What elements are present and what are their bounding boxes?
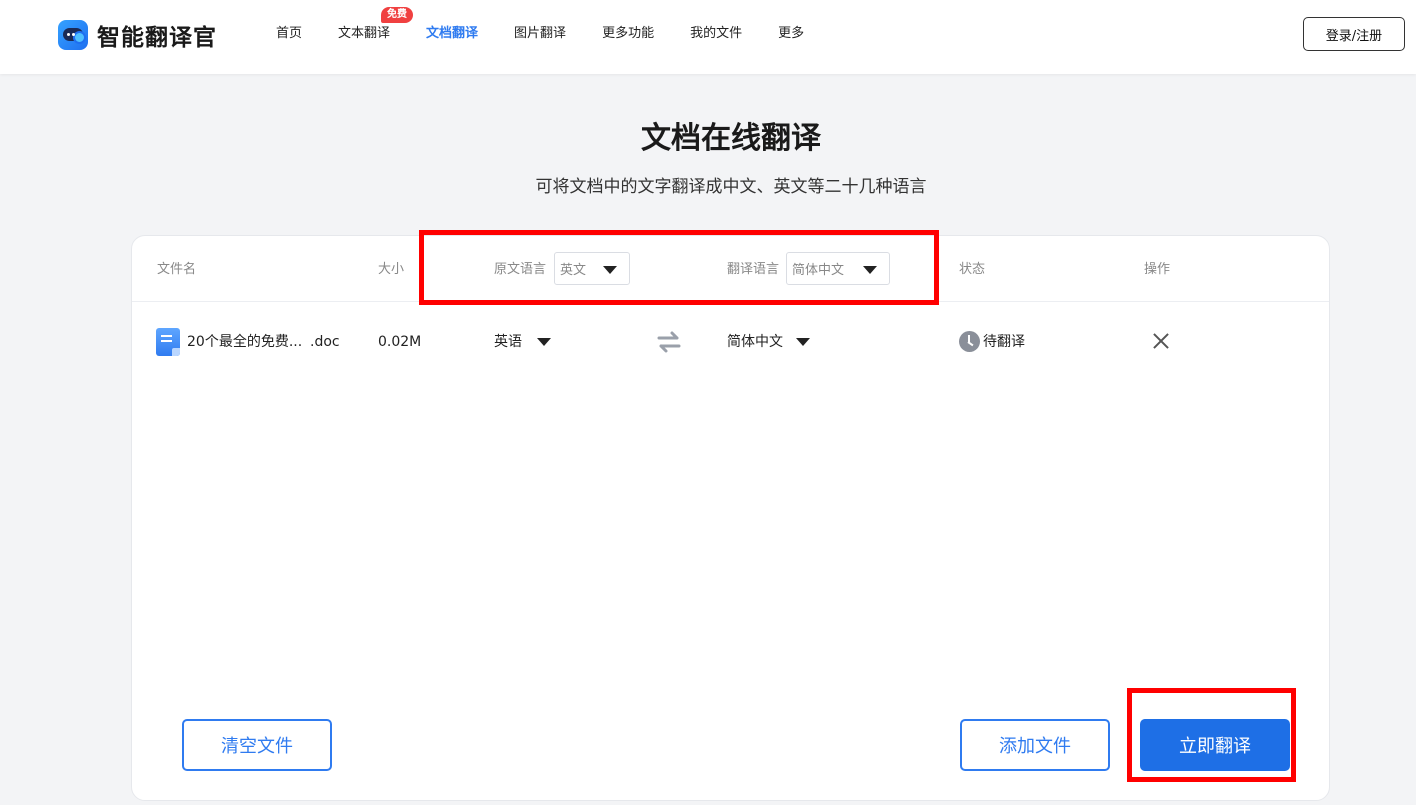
column-status: 状态 [959, 262, 986, 277]
swap-languages-icon[interactable] [656, 330, 682, 354]
logo[interactable]: 智能翻译官 [58, 18, 217, 52]
column-filename: 文件名 [157, 262, 197, 277]
page-title: 文档在线翻译 [641, 121, 821, 156]
clear-files-button[interactable]: 清空文件 [182, 719, 332, 771]
column-size: 大小 [378, 262, 405, 277]
nav-text-translate-label: 文本翻译 [338, 26, 391, 41]
target-language-select-value: 简体中文 [792, 263, 845, 278]
column-action: 操作 [1144, 262, 1171, 277]
free-badge: 免费 [381, 7, 414, 23]
column-source-language: 原文语言 [494, 262, 547, 277]
page-subtitle: 可将文档中的文字翻译成中文、英文等二十几种语言 [535, 177, 927, 197]
logo-icon [58, 20, 88, 50]
nav-my-files[interactable]: 我的文件 [690, 25, 742, 43]
clock-icon [959, 331, 980, 352]
nav-text-translate[interactable]: 文本翻译 免费 [338, 7, 414, 43]
source-language-select-value: 英文 [560, 263, 587, 278]
chevron-down-icon [537, 338, 551, 346]
status-label: 待翻译 [983, 334, 1025, 350]
chevron-down-icon [796, 338, 810, 346]
file-extension: .doc [310, 334, 340, 350]
add-file-button[interactable]: 添加文件 [960, 719, 1110, 771]
column-target-language: 翻译语言 [727, 262, 780, 277]
nav-more[interactable]: 更多 [778, 25, 804, 43]
top-nav-bar: 智能翻译官 首页 文本翻译 免费 文档翻译 图片翻译 更多功能 我的文件 更多 … [0, 0, 1416, 74]
table-header: 文件名 大小 原文语言 英文 翻译语言 简体中文 状态 操作 [132, 236, 1329, 302]
target-language-select[interactable]: 简体中文 [786, 252, 890, 285]
chevron-down-icon [863, 266, 877, 274]
file-name: 20个最全的免费... [187, 334, 303, 350]
main-nav: 首页 文本翻译 免费 文档翻译 图片翻译 更多功能 我的文件 更多 [276, 7, 840, 43]
chevron-down-icon [603, 266, 617, 274]
nav-more-features[interactable]: 更多功能 [602, 25, 654, 43]
login-register-button[interactable]: 登录/注册 [1303, 17, 1405, 51]
nav-doc-translate[interactable]: 文档翻译 [426, 25, 478, 43]
file-list-card: 文件名 大小 原文语言 英文 翻译语言 简体中文 状态 操作 20个最全的免费.… [131, 235, 1330, 801]
file-size: 0.02M [378, 334, 422, 350]
table-row: 20个最全的免费... .doc 0.02M 英语 简体中文 待翻译 [132, 324, 1329, 360]
nav-home[interactable]: 首页 [276, 25, 302, 43]
row-target-language-value: 简体中文 [727, 334, 783, 350]
logo-text: 智能翻译官 [97, 25, 217, 51]
translate-now-button[interactable]: 立即翻译 [1140, 719, 1290, 771]
row-target-language-select[interactable]: 简体中文 [727, 332, 827, 356]
row-source-language-value: 英语 [494, 334, 522, 350]
source-language-select[interactable]: 英文 [554, 252, 630, 285]
nav-image-translate[interactable]: 图片翻译 [514, 25, 566, 43]
close-icon[interactable] [1150, 330, 1172, 352]
document-file-icon [156, 328, 180, 356]
